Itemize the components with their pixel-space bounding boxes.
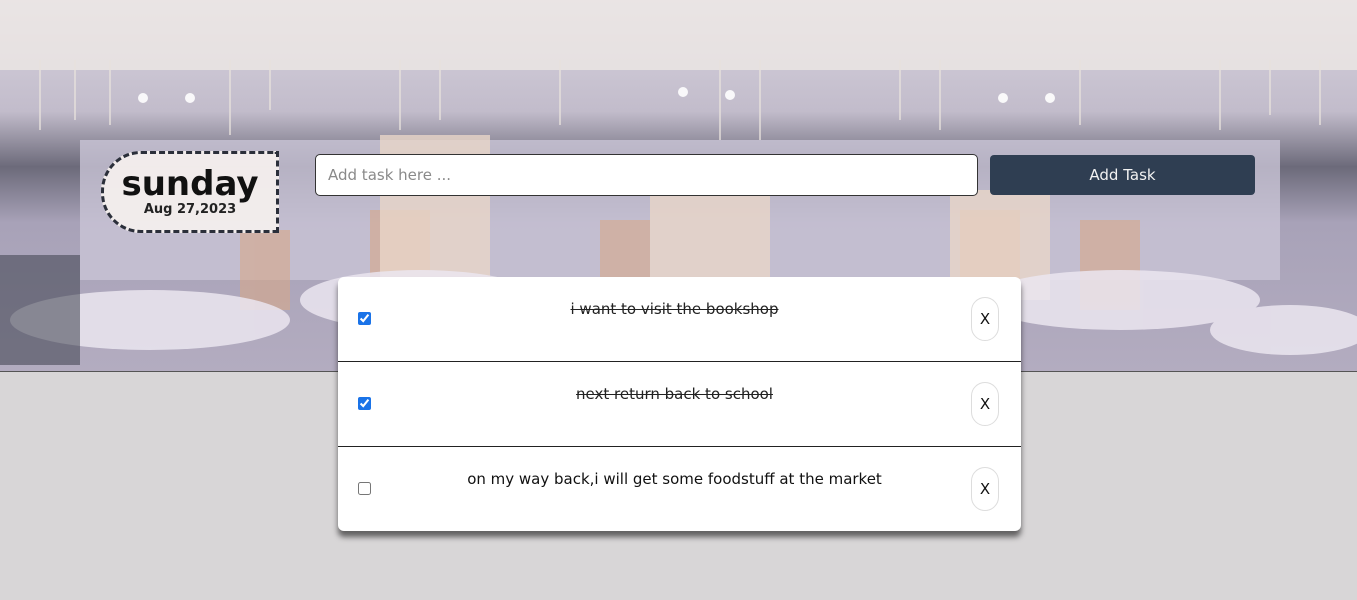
day-name: sunday (121, 164, 259, 204)
task-list: i want to visit the bookshop X next retu… (338, 277, 1021, 531)
task-item: next return back to school X (338, 362, 1021, 447)
task-input[interactable] (315, 154, 978, 196)
task-item: on my way back,i will get some foodstuff… (338, 447, 1021, 531)
current-date: Aug 27,2023 (143, 202, 237, 217)
task-complete-checkbox[interactable] (358, 482, 371, 495)
delete-task-button[interactable]: X (971, 382, 999, 426)
add-task-button[interactable]: Add Task (990, 155, 1255, 195)
task-text: on my way back,i will get some foodstuff… (467, 470, 882, 488)
task-complete-checkbox[interactable] (358, 312, 371, 325)
task-text: i want to visit the bookshop (570, 300, 779, 318)
delete-task-button[interactable]: X (971, 297, 999, 341)
task-text: next return back to school (576, 385, 773, 403)
task-complete-checkbox[interactable] (358, 397, 371, 410)
delete-task-button[interactable]: X (971, 467, 999, 511)
task-item: i want to visit the bookshop X (338, 277, 1021, 362)
date-badge: sunday Aug 27,2023 (101, 151, 279, 233)
